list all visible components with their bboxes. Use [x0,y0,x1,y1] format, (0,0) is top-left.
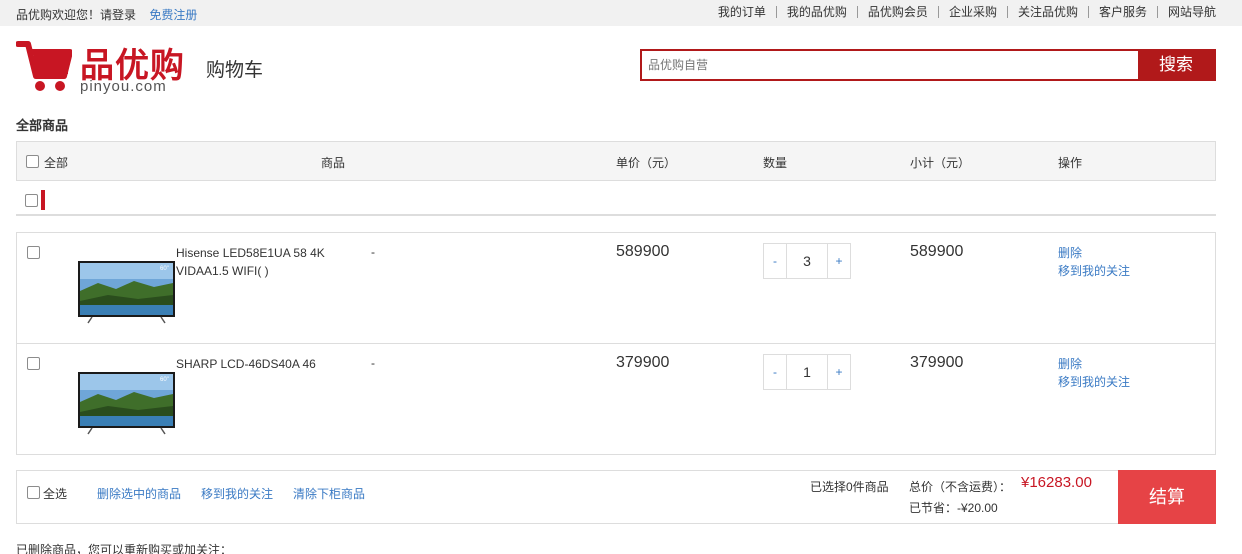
top-nav-customer-service[interactable]: 客户服务 [1087,6,1157,18]
shop-marker [41,190,45,210]
clear-unavailable-link[interactable]: 清除下柜商品 [293,485,365,502]
column-actions: 操作 [1058,156,1083,170]
top-nav-enterprise[interactable]: 企业采购 [937,6,1007,18]
checkout-button[interactable]: 结算 [1118,470,1216,524]
select-all-checkbox[interactable] [26,155,39,169]
column-product: 商品 [321,156,346,170]
increase-button[interactable]: + [827,244,850,278]
column-quantity: 数量 [763,156,788,170]
top-nav-membership[interactable]: 品优购会员 [856,6,938,18]
item-spec: - [371,356,375,370]
shop-checkbox[interactable] [25,194,38,207]
column-subtotal: 小计（元） [910,156,971,170]
decrease-button[interactable]: - [764,355,787,389]
move-to-favorites-link[interactable]: 移到我的关注 [1058,373,1130,391]
decrease-button[interactable]: - [764,244,787,278]
move-to-favorites-link[interactable]: 移到我的关注 [201,485,273,502]
cart-table-header: 全部 商品 单价（元） 数量 小计（元） 操作 [16,141,1216,181]
search-box: 搜索 [640,49,1216,81]
cart-item: 60" SHARP LCD-46DS40A 46 - 379900 - 1 + … [17,344,1215,455]
item-subtotal: 589900 [910,243,964,260]
svg-text:60": 60" [160,266,169,272]
item-checkbox[interactable] [27,357,40,370]
brand-domain: pinyou.com [80,78,167,95]
top-nav: 我的订单 我的品优购 品优购会员 企业采购 关注品优购 客户服务 网站导航 [708,6,1216,18]
product-image[interactable]: 60" [78,261,175,324]
login-area: 品优购欢迎您！请登录 免费注册 [16,6,207,23]
saved-amount: 已节省：-¥20.00 [909,501,998,515]
svg-text:60": 60" [160,377,169,383]
item-checkbox[interactable] [27,246,40,259]
search-input[interactable] [642,51,1140,79]
top-nav-my-orders[interactable]: 我的订单 [708,6,776,18]
top-nav-my-pinyougou[interactable]: 我的品优购 [775,6,857,18]
item-spec: - [371,245,375,259]
deleted-items-note: 已删除商品，您可以重新购买或加关注： [16,543,233,554]
item-price: 589900 [616,243,670,260]
item-subtotal: 379900 [910,354,964,371]
total-label: 总价（不含运费）： [909,480,1012,494]
item-name[interactable]: SHARP LCD-46DS40A 46 [176,355,346,373]
top-nav-site-nav[interactable]: 网站导航 [1156,6,1216,18]
delete-link[interactable]: 删除 [1058,355,1130,373]
delete-selected-link[interactable]: 删除选中的商品 [97,485,181,502]
quantity-input[interactable]: 3 [787,244,827,278]
column-unit-price: 单价（元） [616,156,677,170]
search-button[interactable]: 搜索 [1138,51,1214,79]
product-image[interactable]: 60" [78,372,175,435]
cart-items: 60" Hisense LED58E1UA 58 4K VIDAA1.5 WIF… [16,232,1216,455]
item-name[interactable]: Hisense LED58E1UA 58 4K VIDAA1.5 WIFI( ) [176,244,346,280]
item-price: 379900 [616,354,670,371]
column-select-all: 全部 [44,156,69,170]
delete-link[interactable]: 删除 [1058,244,1130,262]
quantity-input[interactable]: 1 [787,355,827,389]
cart-item: 60" Hisense LED58E1UA 58 4K VIDAA1.5 WIF… [17,233,1215,344]
page-title: 购物车 [206,60,264,81]
quantity-stepper: - 1 + [763,354,851,390]
shopping-cart-icon [16,41,72,91]
move-to-favorites-link[interactable]: 移到我的关注 [1058,262,1130,280]
item-actions: 删除 移到我的关注 [1058,244,1130,280]
top-bar: 品优购欢迎您！请登录 免费注册 我的订单 我的品优购 品优购会员 企业采购 关注… [0,0,1242,26]
cart-section-title: 全部商品 [16,118,69,133]
selected-count: 已选择0件商品 [810,480,889,494]
top-nav-follow[interactable]: 关注品优购 [1006,6,1088,18]
total-price: ¥16283.00 [1021,474,1092,491]
register-link[interactable]: 免费注册 [149,8,197,22]
footer-select-all-label[interactable]: 全选 [43,485,67,502]
quantity-stepper: - 3 + [763,243,851,279]
cart-summary-bar: 全选 删除选中的商品 移到我的关注 清除下柜商品 已选择0件商品 总价（不含运费… [16,470,1216,524]
item-actions: 删除 移到我的关注 [1058,355,1130,391]
welcome-login-link[interactable]: 品优购欢迎您！请登录 [16,8,136,22]
increase-button[interactable]: + [827,355,850,389]
shop-row [16,182,1216,216]
site-logo[interactable]: 品优购 pinyou.com [16,38,192,98]
footer-select-all-checkbox[interactable] [27,486,40,499]
